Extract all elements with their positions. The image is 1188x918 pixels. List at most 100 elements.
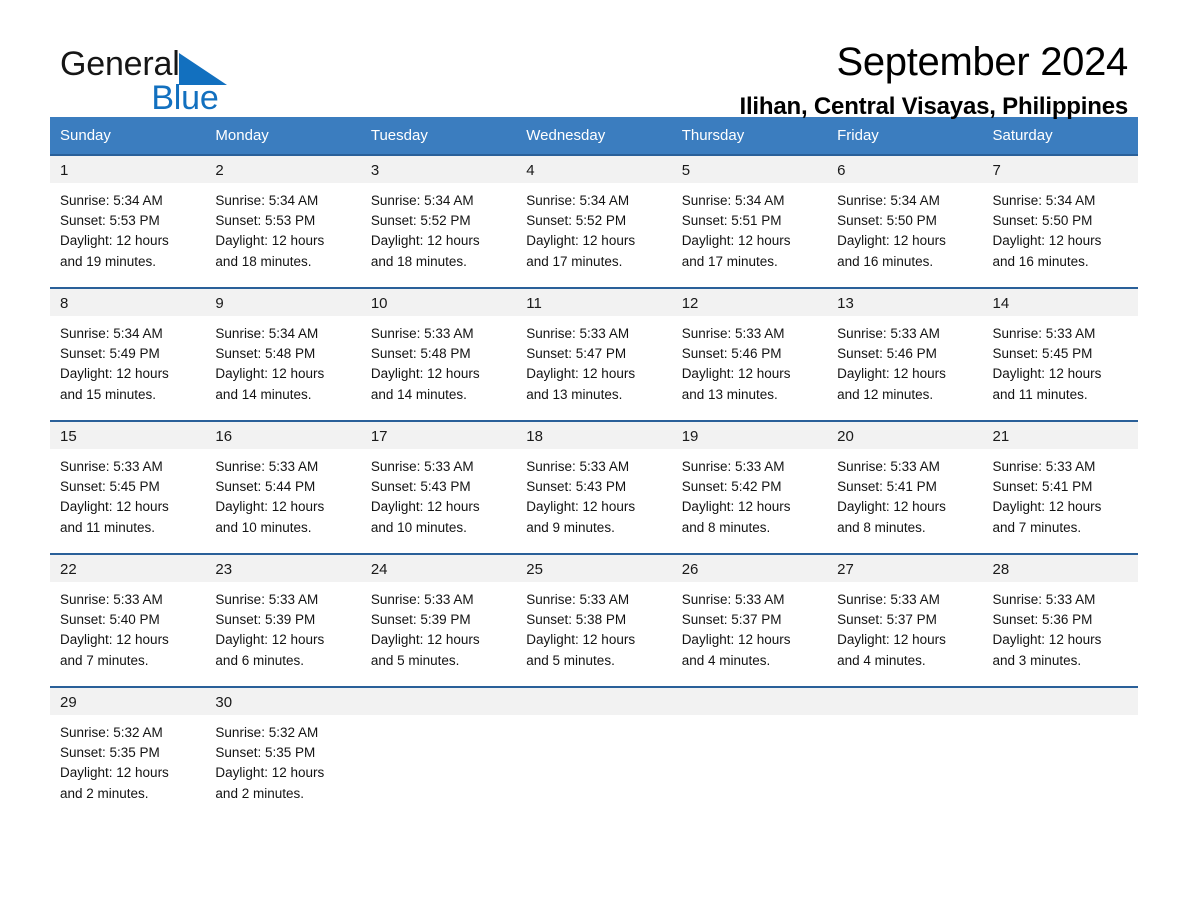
sunset-text: Sunset: 5:53 PM: [215, 213, 316, 229]
day-number: [982, 688, 1138, 715]
sunset-text: Sunset: 5:42 PM: [681, 479, 782, 495]
day-details: Sunrise: 5:33 AM Sunset: 5:42 PM Daylight:…: [672, 449, 827, 538]
sunset-text: Sunset: 5:41 PM: [837, 479, 937, 495]
sunset-text: Sunset: 5:45 PM: [992, 346, 1093, 362]
daylight-text-line1: Daylight: 12 hours: [60, 632, 169, 648]
sunrise-text: Sunrise: 5:33 AM: [681, 592, 785, 607]
calendar-cell[interactable]: 16 Sunrise: 5:33 AM Sunset: 5:44 PM Dayligh…: [205, 420, 361, 553]
daylight-text-line1: Daylight: 12 hours: [837, 632, 946, 648]
calendar-cell[interactable]: 10 Sunrise: 5:33 AM Sunset: 5:48 PM Dayligh…: [360, 287, 517, 420]
calendar-cell[interactable]: 21 Sunrise: 5:33 AM Sunset: 5:41 PM Dayligh…: [982, 420, 1138, 553]
day-number: 22: [50, 555, 206, 582]
day-details: Sunrise: 5:34 AM Sunset: 5:49 PM Daylight:…: [50, 316, 205, 405]
day-number: 25: [516, 555, 672, 582]
day-number: 1: [50, 156, 206, 183]
calendar-cell[interactable]: 9 Sunrise: 5:34 AM Sunset: 5:48 PM Daylight…: [205, 287, 361, 420]
day-number: [827, 688, 983, 715]
day-number: 23: [205, 555, 361, 582]
sunset-text: Sunset: 5:50 PM: [992, 213, 1093, 229]
calendar-cell[interactable]: 12 Sunrise: 5:33 AM Sunset: 5:46 PM Dayligh…: [671, 287, 828, 420]
calendar-cell[interactable]: 30 Sunrise: 5:32 AM Sunset: 5:35 PM Dayligh…: [205, 686, 361, 808]
day-details: Sunrise: 5:34 AM Sunset: 5:53 PM Daylight:…: [50, 183, 205, 272]
daylight-text-line2: and 7 minutes.: [60, 652, 149, 668]
brand-logo[interactable]: General Blue: [60, 45, 227, 117]
sunrise-text: Sunrise: 5:34 AM: [681, 193, 785, 208]
sunrise-text: Sunrise: 5:34 AM: [215, 326, 319, 341]
calendar-cell-empty: [982, 686, 1138, 808]
sunset-text: Sunset: 5:45 PM: [60, 479, 160, 495]
daylight-text-line1: Daylight: 12 hours: [681, 366, 791, 382]
sunset-text: Sunset: 5:43 PM: [370, 479, 471, 495]
daylight-text-line2: and 5 minutes.: [370, 652, 460, 668]
calendar-cell[interactable]: 19 Sunrise: 5:33 AM Sunset: 5:42 PM Dayligh…: [671, 420, 828, 553]
calendar-cell[interactable]: 29 Sunrise: 5:32 AM Sunset: 5:35 PM Dayligh…: [50, 686, 206, 808]
calendar-cell[interactable]: 5 Sunrise: 5:34 AM Sunset: 5:51 PM Daylight…: [671, 154, 828, 287]
calendar-cell[interactable]: 17 Sunrise: 5:33 AM Sunset: 5:43 PM Dayligh…: [360, 420, 517, 553]
day-details: Sunrise: 5:33 AM Sunset: 5:47 PM Daylight:…: [516, 316, 671, 405]
day-details: Sunrise: 5:33 AM Sunset: 5:46 PM Daylight:…: [672, 316, 827, 405]
calendar-cell[interactable]: 14 Sunrise: 5:33 AM Sunset: 5:45 PM Dayligh…: [982, 287, 1138, 420]
sunrise-text: Sunrise: 5:33 AM: [992, 326, 1096, 341]
sunset-text: Sunset: 5:43 PM: [526, 479, 627, 495]
daylight-text-line2: and 4 minutes.: [681, 652, 771, 668]
daylight-text-line1: Daylight: 12 hours: [370, 366, 480, 382]
calendar-cell[interactable]: 3 Sunrise: 5:34 AM Sunset: 5:52 PM Daylight…: [360, 154, 517, 287]
daylight-text-line1: Daylight: 12 hours: [526, 233, 636, 249]
sunrise-text: Sunrise: 5:33 AM: [215, 459, 319, 474]
calendar-cell[interactable]: 6 Sunrise: 5:34 AM Sunset: 5:50 PM Daylight…: [827, 154, 983, 287]
day-details: Sunrise: 5:32 AM Sunset: 5:35 PM Daylight:…: [205, 715, 360, 804]
calendar-cell-empty: [360, 686, 517, 808]
calendar-week-row: 1 Sunrise: 5:34 AM Sunset: 5:53 PM Daylight…: [50, 154, 1138, 287]
calendar-cell[interactable]: 20 Sunrise: 5:33 AM Sunset: 5:41 PM Dayligh…: [827, 420, 983, 553]
day-details: Sunrise: 5:33 AM Sunset: 5:41 PM Daylight:…: [827, 449, 982, 538]
sunset-text: Sunset: 5:44 PM: [215, 479, 316, 495]
calendar-cell[interactable]: 2 Sunrise: 5:34 AM Sunset: 5:53 PM Daylight…: [205, 154, 361, 287]
day-details: Sunrise: 5:33 AM Sunset: 5:44 PM Daylight:…: [205, 449, 360, 538]
calendar-cell[interactable]: 23 Sunrise: 5:33 AM Sunset: 5:39 PM Dayligh…: [205, 553, 361, 686]
sunset-text: Sunset: 5:39 PM: [370, 612, 471, 628]
day-number: 15: [50, 422, 206, 449]
sunrise-text: Sunrise: 5:33 AM: [681, 326, 785, 341]
daylight-text-line2: and 16 minutes.: [992, 253, 1089, 269]
day-number: 20: [827, 422, 983, 449]
calendar-cell[interactable]: 27 Sunrise: 5:33 AM Sunset: 5:37 PM Dayligh…: [827, 553, 983, 686]
calendar-cell[interactable]: 26 Sunrise: 5:33 AM Sunset: 5:37 PM Dayligh…: [671, 553, 828, 686]
sunrise-text: Sunrise: 5:33 AM: [837, 592, 940, 607]
sunrise-text: Sunrise: 5:34 AM: [837, 193, 940, 208]
daylight-text-line2: and 7 minutes.: [992, 519, 1082, 535]
sunrise-text: Sunrise: 5:33 AM: [215, 592, 319, 607]
calendar-cell[interactable]: 1 Sunrise: 5:34 AM Sunset: 5:53 PM Daylight…: [50, 154, 206, 287]
day-details: Sunrise: 5:33 AM Sunset: 5:43 PM Daylight:…: [361, 449, 516, 538]
daylight-text-line1: Daylight: 12 hours: [992, 632, 1102, 648]
calendar-cell[interactable]: 11 Sunrise: 5:33 AM Sunset: 5:47 PM Dayligh…: [516, 287, 672, 420]
daylight-text-line1: Daylight: 12 hours: [992, 366, 1102, 382]
sunrise-text: Sunrise: 5:33 AM: [60, 459, 163, 474]
sunset-text: Sunset: 5:48 PM: [370, 346, 471, 362]
daylight-text-line1: Daylight: 12 hours: [215, 366, 325, 382]
calendar-cell[interactable]: 28 Sunrise: 5:33 AM Sunset: 5:36 PM Dayligh…: [982, 553, 1138, 686]
calendar-week-row: 8 Sunrise: 5:34 AM Sunset: 5:49 PM Daylight…: [50, 287, 1138, 420]
daylight-text-line1: Daylight: 12 hours: [837, 233, 946, 249]
calendar-week-row: 15 Sunrise: 5:33 AM Sunset: 5:45 PM Dayligh…: [50, 420, 1138, 553]
sunrise-text: Sunrise: 5:33 AM: [370, 459, 474, 474]
calendar-cell[interactable]: 18 Sunrise: 5:33 AM Sunset: 5:43 PM Dayligh…: [516, 420, 672, 553]
day-details: Sunrise: 5:33 AM Sunset: 5:40 PM Daylight:…: [50, 582, 205, 671]
calendar-cell[interactable]: 24 Sunrise: 5:33 AM Sunset: 5:39 PM Dayligh…: [360, 553, 517, 686]
day-number: 10: [360, 289, 517, 316]
calendar-cell[interactable]: 8 Sunrise: 5:34 AM Sunset: 5:49 PM Daylight…: [50, 287, 206, 420]
daylight-text-line1: Daylight: 12 hours: [837, 499, 946, 515]
calendar-cell[interactable]: 22 Sunrise: 5:33 AM Sunset: 5:40 PM Dayligh…: [50, 553, 206, 686]
calendar-cell[interactable]: 15 Sunrise: 5:33 AM Sunset: 5:45 PM Dayligh…: [50, 420, 206, 553]
sunset-text: Sunset: 5:50 PM: [837, 213, 937, 229]
daylight-text-line2: and 8 minutes.: [681, 519, 771, 535]
day-number: 12: [671, 289, 828, 316]
day-details: Sunrise: 5:33 AM Sunset: 5:38 PM Daylight:…: [516, 582, 671, 671]
calendar-cell[interactable]: 7 Sunrise: 5:34 AM Sunset: 5:50 PM Daylight…: [982, 154, 1138, 287]
calendar-cell[interactable]: 13 Sunrise: 5:33 AM Sunset: 5:46 PM Dayligh…: [827, 287, 983, 420]
calendar-cell[interactable]: 25 Sunrise: 5:33 AM Sunset: 5:38 PM Dayligh…: [516, 553, 672, 686]
day-details: Sunrise: 5:33 AM Sunset: 5:48 PM Daylight:…: [361, 316, 516, 405]
sunset-text: Sunset: 5:40 PM: [60, 612, 160, 628]
daylight-text-line1: Daylight: 12 hours: [526, 366, 636, 382]
calendar-cell[interactable]: 4 Sunrise: 5:34 AM Sunset: 5:52 PM Daylight…: [516, 154, 672, 287]
calendar-cell-empty: [516, 686, 672, 808]
